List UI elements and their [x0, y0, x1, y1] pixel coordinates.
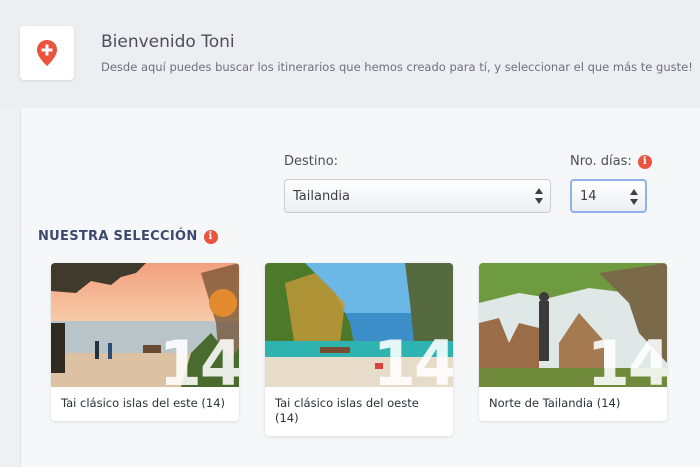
section-title: NUESTRA SELECCIÓN [38, 229, 198, 244]
dias-label-row: Nro. días: i [570, 154, 652, 169]
header: Bienvenido Toni Desde aquí puedes buscar… [0, 0, 700, 108]
card-title: Norte de Tailandia (14) [489, 396, 621, 410]
itinerary-card[interactable]: 14 Tai clásico islas del este (14) [51, 263, 239, 421]
card-image: 14 [51, 263, 239, 387]
select-arrows-icon [630, 189, 638, 205]
itinerary-card[interactable]: 14 Tai clásico islas del oeste (14) [265, 263, 453, 436]
destino-select[interactable]: Tailandia [284, 179, 551, 213]
info-icon[interactable]: i [637, 154, 652, 169]
card-days: 14 [586, 327, 667, 388]
welcome-subtitle: Desde aquí puedes buscar los itinerarios… [101, 60, 693, 74]
info-icon[interactable]: i [203, 229, 218, 244]
card-days: 14 [158, 327, 239, 388]
section-title-row: NUESTRA SELECCIÓN i [38, 229, 218, 244]
dias-value: 14 [580, 188, 597, 204]
logo[interactable] [20, 26, 74, 80]
itinerary-card[interactable]: 14 Norte de Tailandia (14) [479, 263, 667, 421]
destino-label: Destino: [284, 154, 339, 169]
destino-value: Tailandia [293, 188, 351, 204]
card-image: 14 [479, 263, 667, 387]
card-image: 14 [265, 263, 453, 387]
map-pin-plus-icon [37, 40, 57, 66]
card-days: 14 [372, 327, 453, 388]
welcome-title: Bienvenido Toni [101, 32, 235, 52]
card-title: Tai clásico islas del oeste (14) [275, 396, 419, 425]
card-title: Tai clásico islas del este (14) [61, 396, 225, 410]
select-arrows-icon [535, 188, 543, 204]
dias-select[interactable]: 14 [570, 179, 647, 213]
dias-label: Nro. días: [570, 154, 632, 169]
